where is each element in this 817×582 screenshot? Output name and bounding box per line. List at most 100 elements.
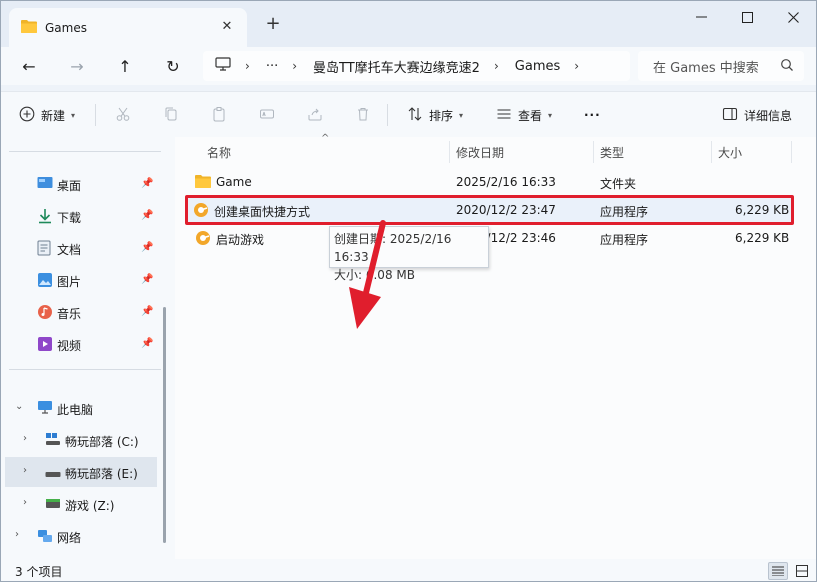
search-input[interactable]: 在 Games 中搜索 — [638, 51, 804, 81]
pin-icon[interactable]: 📌 — [141, 178, 153, 189]
chevron-right-icon[interactable]: › — [245, 59, 250, 73]
refresh-button[interactable]: ↻ — [162, 55, 184, 77]
pin-icon[interactable]: 📌 — [141, 338, 153, 349]
sidebar-item-label: 视频 — [57, 339, 82, 353]
app-icon — [193, 202, 209, 221]
chevron-right-icon[interactable]: › — [494, 59, 499, 73]
chevron-down-icon: ▾ — [71, 110, 76, 120]
new-tab-button[interactable]: + — [263, 14, 283, 34]
sidebar-item-network[interactable]: › 网络 — [1, 521, 161, 551]
rename-button[interactable] — [259, 102, 275, 128]
divider — [387, 104, 388, 126]
breadcrumb-parent[interactable]: 曼岛TT摩托车大赛边缘竞速2 — [313, 57, 480, 76]
new-label: 新建 — [41, 108, 66, 123]
share-button[interactable] — [307, 102, 323, 128]
desktop-icon — [37, 176, 53, 193]
sidebar-item-documents[interactable]: 文档 📌 — [1, 233, 161, 263]
document-icon — [37, 240, 51, 259]
sidebar-item-downloads[interactable]: 下载 📌 — [1, 201, 161, 231]
cut-button[interactable] — [115, 102, 131, 128]
pin-icon[interactable]: 📌 — [141, 242, 153, 253]
divider — [9, 369, 161, 370]
sidebar-item-label: 畅玩部落 (E:) — [65, 467, 138, 481]
copy-button[interactable] — [163, 102, 179, 128]
column-header-modified[interactable]: 修改日期 — [456, 137, 504, 167]
file-modified: 2020/12/2 23:47 — [456, 203, 556, 217]
sidebar-item-pictures[interactable]: 图片 📌 — [1, 265, 161, 295]
maximize-button[interactable] — [724, 1, 770, 33]
sidebar-item-drive-e[interactable]: › 畅玩部落 (E:) — [5, 457, 157, 487]
sidebar-item-drive-z[interactable]: › 游戏 (Z:) — [1, 489, 161, 519]
sidebar-item-desktop[interactable]: 桌面 📌 — [1, 169, 161, 199]
column-divider[interactable] — [449, 141, 450, 163]
folder-icon — [195, 174, 211, 191]
list-item[interactable]: Game 2025/2/16 16:33 文件夹 — [187, 169, 791, 195]
back-button[interactable]: ← — [18, 55, 40, 77]
delete-button[interactable] — [355, 102, 371, 128]
sidebar-item-label: 下载 — [57, 211, 82, 225]
chevron-right-icon[interactable]: › — [574, 59, 579, 73]
sidebar-item-music[interactable]: 音乐 📌 — [1, 297, 161, 327]
file-size: 6,229 KB — [735, 231, 790, 245]
chevron-right-icon[interactable]: › — [15, 529, 19, 540]
details-view-toggle[interactable] — [768, 562, 788, 580]
close-button[interactable] — [770, 1, 816, 33]
up-button[interactable]: ↑ — [114, 55, 136, 77]
sidebar-item-drive-c[interactable]: › 畅玩部落 (C:) — [1, 425, 161, 455]
details-pane-button[interactable]: 详细信息 — [722, 102, 792, 128]
sidebar-item-label: 图片 — [57, 275, 82, 289]
divider — [95, 104, 96, 126]
chevron-right-icon[interactable]: › — [23, 433, 27, 444]
more-options-button[interactable]: ··· — [584, 102, 601, 128]
tab-title: Games — [45, 20, 87, 35]
pin-icon[interactable]: 📌 — [141, 306, 153, 317]
breadcrumb-overflow[interactable]: ··· — [266, 59, 278, 74]
column-divider[interactable] — [791, 141, 792, 163]
sidebar-scrollbar[interactable] — [163, 307, 166, 543]
sidebar-item-label: 音乐 — [57, 307, 82, 321]
list-item[interactable]: 启动游戏 2020/12/2 23:46 应用程序 6,229 KB — [187, 225, 791, 251]
tab-games[interactable]: Games ✕ — [9, 8, 247, 47]
forward-button[interactable]: → — [66, 55, 88, 77]
trash-icon — [355, 106, 371, 125]
chevron-down-icon: ▾ — [548, 110, 553, 120]
file-size: 6,229 KB — [735, 203, 790, 217]
download-icon — [37, 208, 53, 227]
status-bar: 3 个项目 — [1, 559, 816, 581]
sidebar-item-this-pc[interactable]: ⌄ 此电脑 — [1, 393, 161, 423]
view-list-icon — [496, 106, 512, 125]
breadcrumb-current[interactable]: Games — [515, 59, 560, 74]
details-pane-icon — [722, 106, 738, 125]
minimize-button[interactable] — [678, 1, 724, 33]
sort-button[interactable]: 排序 ▾ — [407, 102, 463, 128]
column-divider[interactable] — [593, 141, 594, 163]
chevron-right-icon[interactable]: › — [23, 497, 27, 508]
pin-icon[interactable]: 📌 — [141, 210, 153, 221]
file-explorer-window: Games ✕ + ← → ↑ ↻ › ··· › 曼岛TT摩托车大赛边缘竞速2… — [0, 0, 817, 582]
paste-button[interactable] — [211, 102, 227, 128]
file-type: 文件夹 — [600, 177, 637, 191]
new-button[interactable]: 新建 ▾ — [19, 102, 75, 128]
column-header-name[interactable]: 名称 — [207, 137, 231, 167]
address-bar[interactable]: › ··· › 曼岛TT摩托车大赛边缘竞速2 › Games › — [203, 51, 630, 81]
tiles-view-toggle[interactable] — [792, 562, 812, 580]
tooltip-size: 大小: 6.08 MB — [334, 268, 415, 282]
monitor-icon[interactable] — [215, 57, 231, 75]
chevron-right-icon[interactable]: › — [23, 465, 27, 476]
pin-icon[interactable]: 📌 — [141, 274, 153, 285]
tab-close-button[interactable]: ✕ — [219, 19, 235, 35]
column-header-type[interactable]: 类型 — [600, 137, 624, 167]
drive-e-icon — [45, 468, 61, 482]
plus-circle-icon — [19, 106, 35, 125]
file-type: 应用程序 — [600, 205, 649, 219]
chevron-down-icon: ▾ — [459, 110, 464, 120]
column-divider[interactable] — [711, 141, 712, 163]
chevron-down-icon[interactable]: ⌄ — [15, 401, 23, 412]
sidebar-item-videos[interactable]: 视频 📌 — [1, 329, 161, 359]
sidebar-item-label: 文档 — [57, 243, 82, 257]
list-item[interactable]: 创建桌面快捷方式 2020/12/2 23:47 应用程序 6,229 KB — [185, 195, 794, 225]
file-name: 启动游戏 — [216, 233, 265, 247]
view-button[interactable]: 查看 ▾ — [496, 102, 552, 128]
column-header-size[interactable]: 大小 — [718, 137, 742, 167]
chevron-right-icon[interactable]: › — [292, 59, 297, 73]
